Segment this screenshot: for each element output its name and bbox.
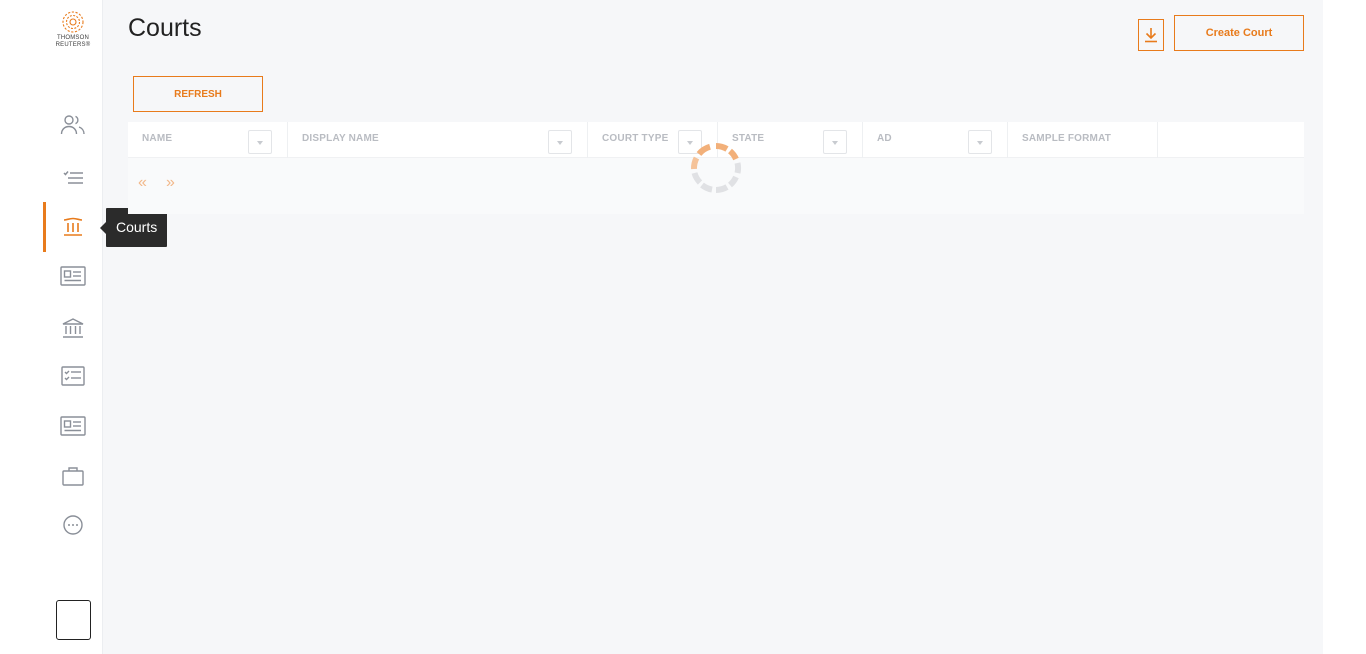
sidebar: THOMSON REUTERS® (43, 0, 103, 654)
download-button[interactable] (1138, 19, 1164, 51)
filter-dropdown-icon[interactable] (548, 130, 572, 154)
pager-next-button[interactable]: » (166, 174, 175, 192)
column-header-display-name[interactable]: DISPLAY NAME (288, 122, 588, 158)
column-label: DISPLAY NAME (302, 133, 379, 144)
logo-mark-icon (62, 11, 84, 33)
court-icon (63, 217, 83, 236)
more-icon (63, 515, 83, 535)
filter-dropdown-icon[interactable] (248, 130, 272, 154)
filter-dropdown-icon[interactable] (968, 130, 992, 154)
pager-prev-button[interactable]: « (138, 174, 147, 192)
sidebar-item-tasks[interactable] (43, 153, 103, 203)
sidebar-item-courts[interactable] (43, 202, 103, 252)
page-title: Courts (128, 14, 202, 42)
checklist-icon (63, 171, 83, 184)
refresh-button[interactable]: REFRESH (133, 76, 263, 112)
sidebar-item-cases[interactable] (43, 451, 103, 501)
check-list-icon (61, 366, 85, 386)
users-icon (60, 115, 85, 135)
column-header-name[interactable]: NAME (128, 122, 288, 158)
sidebar-item-more[interactable] (43, 500, 103, 550)
create-court-button[interactable]: Create Court (1174, 15, 1304, 51)
sidebar-item-checklists[interactable] (43, 351, 103, 401)
sidebar-item-users[interactable] (43, 100, 103, 150)
profile-card-icon (60, 416, 86, 436)
id-card-icon (60, 266, 86, 286)
column-label: AD (877, 133, 892, 144)
thomson-reuters-logo[interactable]: THOMSON REUTERS® (51, 10, 95, 54)
column-label: NAME (142, 133, 173, 144)
column-label: COURT TYPE (602, 133, 669, 144)
loading-spinner-icon (691, 143, 742, 193)
logo-text: THOMSON REUTERS® (55, 35, 91, 48)
column-label: SAMPLE FORMAT (1022, 133, 1112, 144)
sidebar-item-profiles[interactable] (43, 401, 103, 451)
download-icon (1145, 28, 1157, 43)
user-avatar[interactable] (56, 600, 91, 640)
briefcase-icon (62, 467, 84, 486)
bank-icon (62, 318, 84, 338)
column-header-ad[interactable]: AD (863, 122, 1008, 158)
sidebar-item-id-cards[interactable] (43, 251, 103, 301)
sidebar-item-institutions[interactable] (43, 303, 103, 353)
filter-dropdown-icon[interactable] (823, 130, 847, 154)
column-header-sample-format[interactable]: SAMPLE FORMAT (1008, 122, 1158, 158)
